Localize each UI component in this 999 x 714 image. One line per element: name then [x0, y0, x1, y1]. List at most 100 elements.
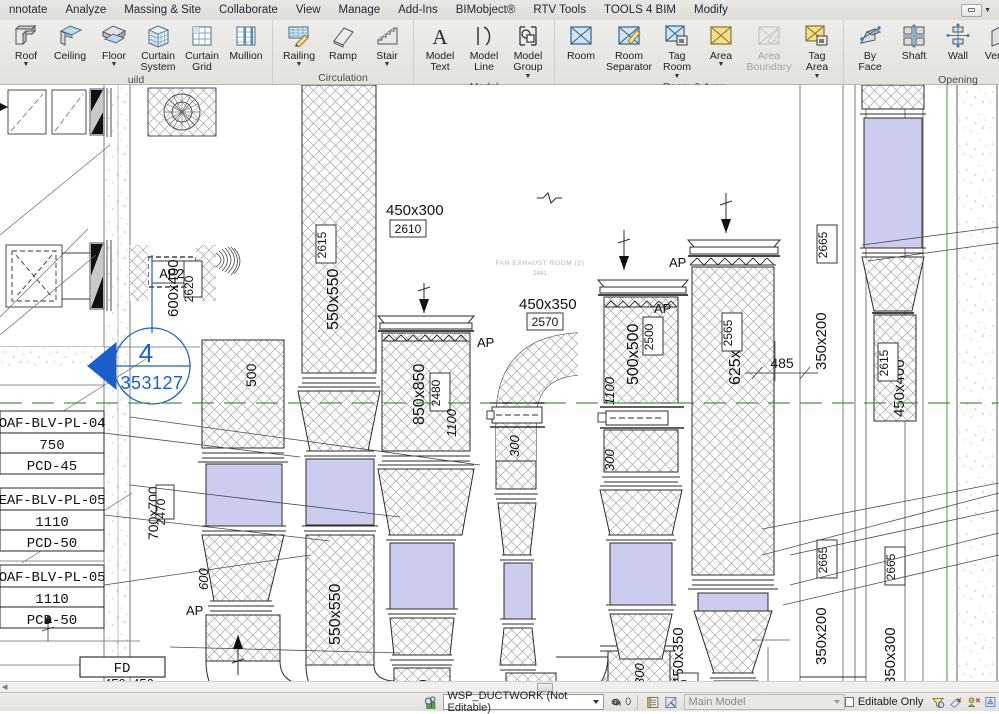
device-tag-oaf-blv-pl-05[interactable]: OAF-BLV-PL-05 1110 PCD-50 [0, 564, 106, 629]
chevron-down-icon[interactable]: ▼ [111, 61, 118, 68]
tab-view[interactable]: View [287, 0, 330, 20]
editable-elements-count: 0 [625, 696, 632, 708]
tab-massing-site[interactable]: Massing & Site [115, 0, 210, 20]
tab-collaborate[interactable]: Collaborate [210, 0, 287, 20]
duct-elbow-center[interactable]: 300 450x350 2575 [486, 332, 579, 689]
panel-room-area: Room Room Separator Tag Room ▼ Area ▼ Ar… [555, 20, 844, 93]
device-tag-3-line3: PCD-50 [27, 613, 77, 629]
chevron-down-icon[interactable]: ▼ [674, 73, 681, 80]
flex-duct-left [215, 246, 241, 276]
selection-pinned-icon[interactable] [967, 695, 981, 710]
tag-room-button[interactable]: Tag Room ▼ [655, 22, 699, 80]
scroll-left-icon[interactable]: ◀ [2, 683, 7, 691]
device-tag-3-line2: 1110 [35, 592, 69, 608]
worksets-icon[interactable] [424, 695, 440, 710]
duct-tag-700x700[interactable]: 700x700 2470 [145, 484, 175, 540]
tab-modify[interactable]: Modify [685, 0, 737, 20]
selection-by-face-icon[interactable] [984, 695, 998, 710]
exclude-options-icon[interactable] [664, 695, 678, 710]
tab-bimobject[interactable]: BIMobject® [447, 0, 525, 20]
tab-manage[interactable]: Manage [330, 0, 390, 20]
roof-button[interactable]: Roof ▼ [4, 22, 48, 68]
editable-only-checkbox[interactable] [844, 697, 854, 707]
floor-button[interactable]: Floor ▼ [92, 22, 136, 68]
curtain-grid-button[interactable]: Curtain Grid [180, 22, 224, 73]
ribbon-display-options-button[interactable] [961, 3, 983, 17]
status-separator-1 [637, 694, 639, 710]
stair-button[interactable]: Stair ▼ [365, 22, 409, 68]
plan-equipment-left [5, 240, 112, 311]
shaft-button[interactable]: Shaft [892, 22, 936, 62]
tab-tools-4-bim[interactable]: TOOLS 4 BIM [595, 0, 685, 20]
chevron-down-icon[interactable] [833, 700, 840, 704]
design-options-icon[interactable] [646, 695, 660, 710]
mullion-button[interactable]: Mullion [224, 22, 268, 62]
tab-rtv-tools[interactable]: RTV Tools [524, 0, 595, 20]
vertical-opening-button-label: Vertical [984, 50, 999, 62]
by-face-button-label: By Face [858, 50, 882, 73]
floor-button-label: Floor [102, 50, 126, 62]
stair-button-label: Stair [376, 50, 398, 62]
room-button[interactable]: Room [559, 22, 603, 62]
duct-riser-850x850[interactable]: AP 850x850 2480 1100 600x600 [376, 315, 494, 689]
vertical-opening-button[interactable]: Vertical [980, 22, 999, 62]
design-option-selector[interactable]: Main Model [683, 694, 845, 710]
selection-link-icon[interactable] [949, 695, 963, 710]
device-tag-2-line2: 1110 [35, 515, 69, 531]
by-face-button[interactable]: By Face [848, 22, 892, 73]
chevron-down-icon[interactable]: ▼ [814, 73, 821, 80]
panel-opening-body: By Face Shaft Wall Ve [848, 20, 999, 73]
air-terminal-mark-ap-850: AP [477, 335, 494, 350]
vertical-opening-icon [991, 26, 999, 47]
chevron-down-icon[interactable]: ▼ [384, 61, 391, 68]
room-button-label: Room [566, 50, 595, 62]
chevron-down-icon[interactable] [592, 700, 599, 704]
wall-opening-button[interactable]: Wall [936, 22, 980, 62]
curtain-system-icon [148, 25, 169, 48]
tab-add-ins[interactable]: Add-Ins [389, 0, 447, 20]
duct-tag-500x500-elevation: 2500 [642, 323, 656, 350]
chevron-down-icon[interactable]: ▼ [718, 61, 725, 68]
chevron-down-icon[interactable]: ▼ [23, 61, 30, 68]
workset-selector[interactable]: WSP_DUCTWORK (Not Editable) [442, 690, 604, 714]
chevron-down-icon[interactable]: ▼ [984, 7, 991, 14]
railing-button[interactable]: Railing ▼ [277, 22, 321, 68]
duct-tag-450x350-a[interactable]: 450x350 2570 [519, 296, 577, 331]
duct-tag-450x350-c[interactable]: 450x350 2580 [670, 627, 699, 689]
device-tag-eaf-blv-pl-05[interactable]: EAF-BLV-PL-05 1110 PCD-50 [0, 487, 106, 552]
tag-area-button[interactable]: Tag Area ▼ [795, 22, 839, 80]
panel-model: A Model Text Model Line Model Group ▼ [414, 20, 555, 93]
duct-riser-500x500[interactable]: AP 500x500 2500 1100 300 [596, 279, 690, 660]
duct-riser-625x625[interactable]: AP 625x625 2565 450x400 2675 [669, 239, 782, 689]
duct-tag-350x300[interactable]: 350x300 2665 [882, 546, 906, 685]
model-group-button[interactable]: Model Group ▼ [506, 22, 550, 80]
break-symbols-top [537, 192, 562, 204]
room-tag[interactable]: FAN EXHAUST ROOM (2) 2441 [496, 260, 585, 277]
ductwork-plan-drawing[interactable]: AP2 4 353127 600x400 2620 OAF-BLV-PL-04 … [0, 85, 999, 689]
tab-annotate[interactable]: nnotate [0, 0, 56, 20]
model-text-button[interactable]: A Model Text [418, 22, 462, 73]
duct-tag-450x300[interactable]: 450x300 2610 [386, 202, 444, 238]
room-separator-button-label: Room Separator [605, 50, 653, 73]
area-button[interactable]: Area ▼ [699, 22, 743, 68]
ribbon-panels: Roof ▼ Ceiling Floor ▼ Curtain System Cu… [0, 20, 999, 93]
drawing-canvas[interactable]: AP2 4 353127 600x400 2620 OAF-BLV-PL-04 … [0, 85, 999, 689]
dim-300-c: 300 [602, 449, 617, 471]
ribbon: nnotate Analyze Massing & Site Collabora… [0, 0, 999, 93]
ramp-button[interactable]: Ramp [321, 22, 365, 62]
editable-elements-icon[interactable] [610, 695, 624, 710]
ceiling-button[interactable]: Ceiling [48, 22, 92, 62]
room-separator-button[interactable]: Room Separator [603, 22, 655, 73]
duct-tag-350x200-a[interactable]: 350x200 2665 [813, 224, 838, 370]
filter-selection-icon[interactable] [931, 695, 945, 710]
device-tag-oaf-blv-pl-04[interactable]: OAF-BLV-PL-04 750 PCD-45 [0, 410, 106, 475]
model-line-button[interactable]: Model Line [462, 22, 506, 73]
fire-damper-tag-fd[interactable]: FD [79, 656, 166, 678]
duct-tag-350x200-b[interactable]: 350x200 2665 [813, 539, 838, 665]
wall-opening-button-label: Wall [947, 50, 969, 62]
duct-riser-450x400-right[interactable]: 450x400 2615 [860, 85, 926, 422]
curtain-system-button[interactable]: Curtain System [136, 22, 180, 73]
chevron-down-icon[interactable]: ▼ [296, 61, 303, 68]
tab-analyze[interactable]: Analyze [56, 0, 115, 20]
chevron-down-icon[interactable]: ▼ [525, 73, 532, 80]
